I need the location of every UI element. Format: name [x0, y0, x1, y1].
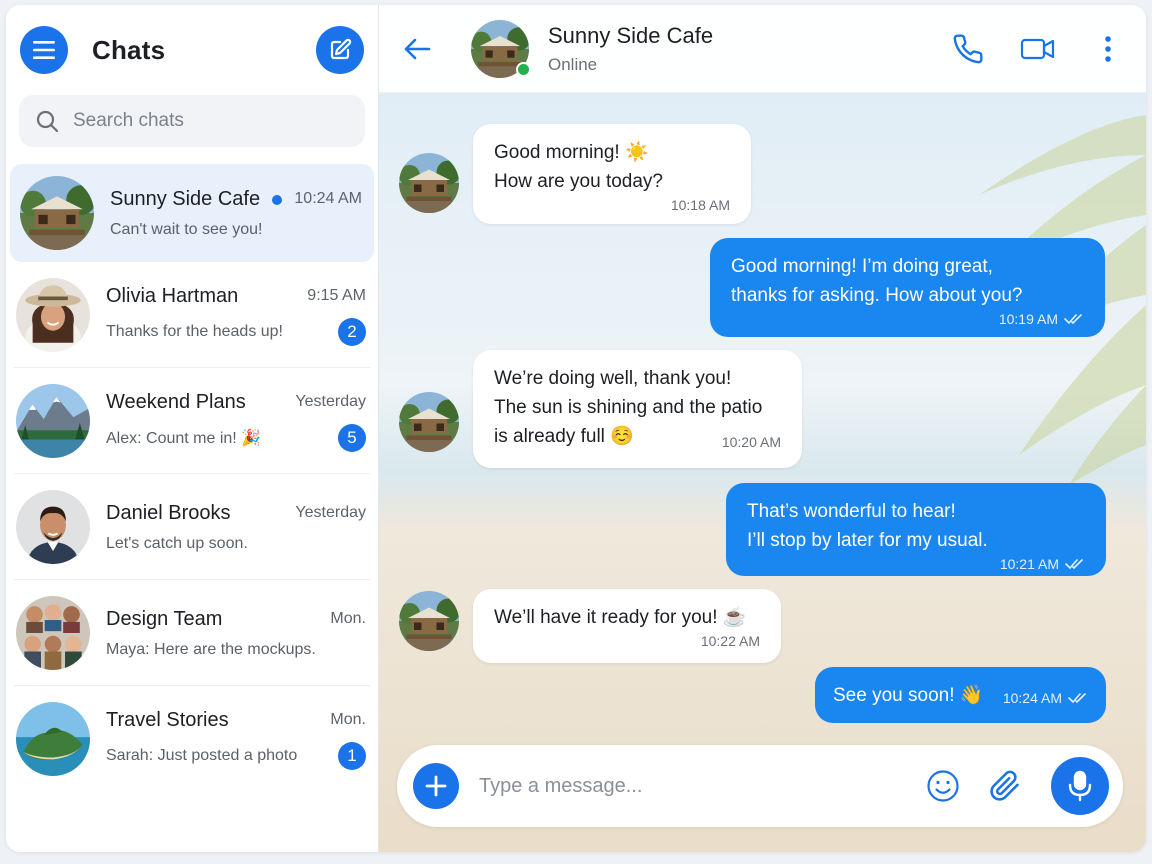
message-text: thanks for asking. How about you?: [731, 285, 1023, 306]
chat-time: Yesterday: [295, 393, 366, 410]
back-arrow-icon: [404, 38, 431, 59]
message-incoming: We’re doing well, thank you! The sun is …: [473, 350, 802, 468]
message-text: We’re doing well, thank you!: [494, 368, 732, 389]
avatar: [16, 596, 90, 670]
emoji-icon: [927, 770, 959, 802]
voice-message-button[interactable]: [1051, 757, 1109, 815]
conversation-pane: Sunny Side Cafe Online Good morning! ☀️ …: [379, 5, 1146, 852]
message-incoming: Good morning! ☀️ How are you today? 10:1…: [473, 124, 751, 224]
message-time: 10:22 AM: [700, 633, 760, 649]
back-button[interactable]: [397, 29, 437, 69]
avatar: [16, 702, 90, 776]
message-outgoing: That’s wonderful to hear! I’ll stop by l…: [726, 483, 1106, 576]
plus-icon: [425, 775, 447, 797]
chat-item-design-team[interactable]: Design Team Mon. Maya: Here are the mock…: [6, 580, 378, 686]
chat-name: Travel Stories: [106, 708, 229, 731]
sender-avatar: [399, 153, 459, 213]
chat-time: Mon.: [330, 610, 366, 627]
chat-sidebar: Chats Sunny Side Cafe 10:24 AM: [6, 5, 379, 852]
add-attachment-button[interactable]: [413, 763, 459, 809]
video-call-button[interactable]: [1018, 29, 1058, 69]
chat-list: Sunny Side Cafe 10:24 AM Can't wait to s…: [6, 164, 378, 792]
contact-name: Sunny Side Cafe: [548, 22, 714, 48]
chat-item-olivia-hartman[interactable]: Olivia Hartman 9:15 AM Thanks for the he…: [6, 262, 378, 368]
sidebar-title: Chats: [92, 34, 166, 65]
avatar: [20, 176, 94, 250]
chat-preview: Alex: Count me in! 🎉: [106, 429, 262, 447]
message-time: 10:19 AM: [998, 311, 1058, 327]
chat-name: Olivia Hartman: [106, 284, 239, 307]
app-window: Chats Sunny Side Cafe 10:24 AM: [6, 5, 1146, 852]
chat-preview: Maya: Here are the mockups.: [106, 640, 316, 658]
chat-name: Daniel Brooks: [106, 501, 231, 524]
menu-icon: [33, 41, 55, 59]
message-text: See you soon! 👋: [833, 684, 984, 706]
voice-call-button[interactable]: [948, 29, 988, 69]
message-text: We’ll have it ready for you! ☕: [494, 607, 747, 628]
chat-preview: Let's catch up soon.: [106, 534, 248, 552]
chat-name: Weekend Plans: [106, 390, 246, 413]
message-text: Good morning! I’m doing great,: [731, 256, 993, 277]
contact-avatar[interactable]: [471, 20, 531, 78]
more-options-button[interactable]: [1088, 29, 1128, 69]
chat-preview: Sarah: Just posted a photo: [106, 746, 298, 764]
unread-badge: 5: [338, 423, 366, 452]
message-text: How are you today?: [494, 171, 663, 192]
message-text: I’ll stop by later for my usual.: [747, 530, 988, 551]
chat-time: Yesterday: [295, 504, 366, 521]
video-camera-icon: [1020, 38, 1055, 59]
phone-icon: [953, 33, 983, 63]
avatar: [16, 278, 90, 352]
chat-item-weekend-plans[interactable]: Weekend Plans Yesterday Alex: Count me i…: [6, 368, 378, 474]
compose-button[interactable]: [316, 26, 364, 74]
chat-preview: Thanks for the heads up!: [106, 322, 283, 340]
message-outgoing: See you soon! 👋 10:24 AM: [815, 667, 1106, 723]
double-check-icon: [1065, 559, 1083, 570]
search-icon: [36, 110, 59, 133]
chat-time: Mon.: [330, 711, 366, 728]
message-text: The sun is shining and the patio: [494, 397, 763, 418]
double-check-icon: [1068, 693, 1086, 704]
message-time: 10:24 AM: [1002, 690, 1062, 706]
message-outgoing: Good morning! I’m doing great, thanks fo…: [710, 238, 1105, 337]
chat-preview: Can't wait to see you!: [110, 220, 263, 238]
chat-time: 9:15 AM: [307, 287, 366, 304]
avatar: [16, 384, 90, 458]
chat-item-travel-stories[interactable]: Travel Stories Mon. Sarah: Just posted a…: [6, 686, 378, 792]
sender-avatar: [399, 591, 459, 651]
menu-button[interactable]: [20, 26, 68, 74]
contact-status: Online: [548, 54, 598, 74]
microphone-icon: [1068, 770, 1092, 802]
message-text: Good morning! ☀️: [494, 142, 649, 163]
search-input[interactable]: [73, 110, 333, 132]
message-incoming: We’ll have it ready for you! ☕ 10:22 AM: [473, 589, 781, 663]
emoji-button[interactable]: [923, 766, 963, 806]
chat-item-sunny-side-cafe[interactable]: Sunny Side Cafe 10:24 AM Can't wait to s…: [10, 164, 374, 262]
chat-time: 10:24 AM: [294, 190, 362, 207]
message-time: 10:18 AM: [670, 197, 730, 213]
more-vertical-icon: [1105, 35, 1111, 62]
unread-dot: [272, 195, 283, 206]
message-input[interactable]: [479, 774, 901, 798]
message-text: That’s wonderful to hear!: [747, 501, 956, 522]
sidebar-header: Chats: [6, 5, 378, 95]
search-bar[interactable]: [19, 95, 365, 147]
attach-file-button[interactable]: [985, 766, 1025, 806]
message-composer: [397, 745, 1123, 827]
chat-name: Sunny Side Cafe: [110, 187, 261, 210]
message-time: 10:21 AM: [999, 556, 1059, 572]
sender-avatar: [399, 392, 459, 452]
unread-badge: 2: [338, 317, 366, 346]
unread-badge: 1: [338, 741, 366, 770]
conversation-header: Sunny Side Cafe Online: [379, 5, 1146, 93]
chat-item-daniel-brooks[interactable]: Daniel Brooks Yesterday Let's catch up s…: [6, 474, 378, 580]
avatar: [16, 490, 90, 564]
double-check-icon: [1064, 314, 1082, 325]
chat-name: Design Team: [106, 607, 223, 630]
paperclip-icon: [990, 770, 1019, 801]
online-indicator: [516, 61, 531, 77]
compose-icon: [330, 38, 352, 60]
